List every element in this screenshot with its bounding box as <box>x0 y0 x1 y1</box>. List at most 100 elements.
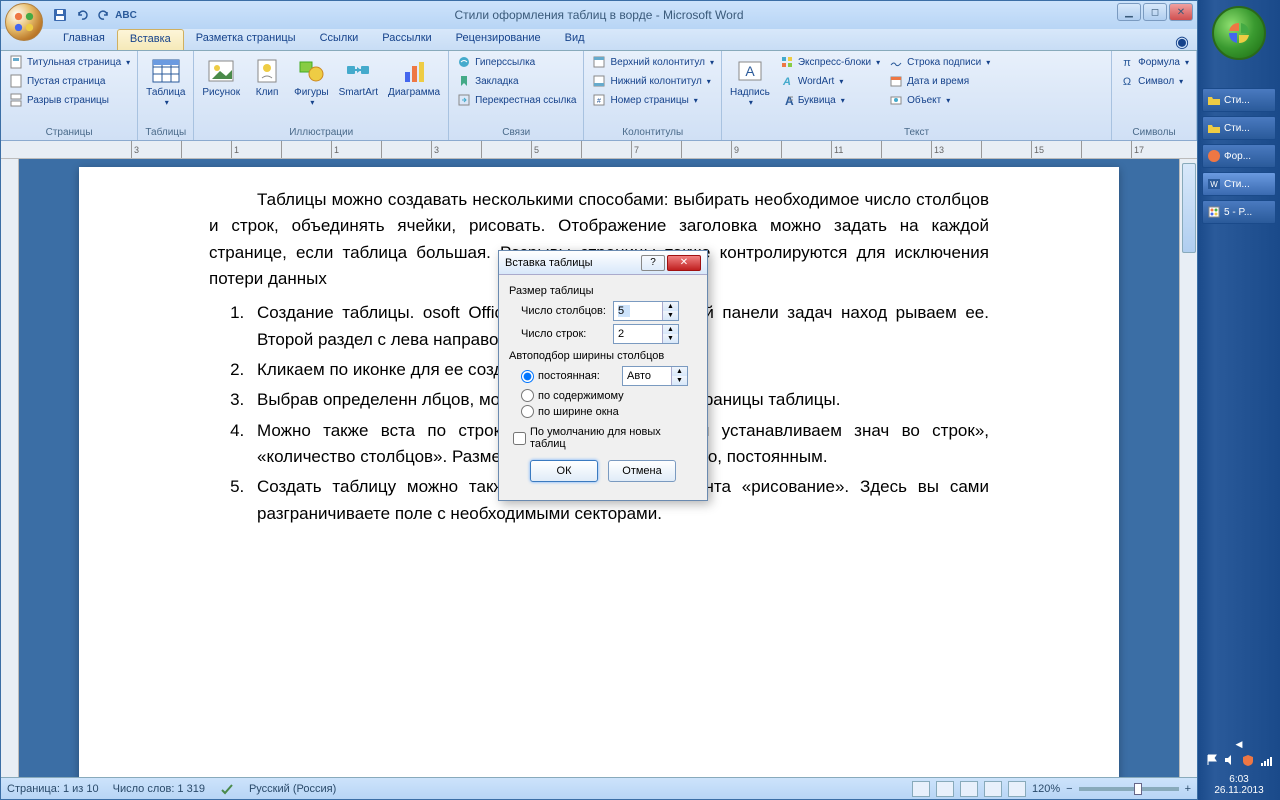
help-icon[interactable]: ◉ <box>1167 29 1197 50</box>
view-draft[interactable] <box>1008 781 1026 797</box>
page-icon <box>8 73 24 89</box>
shield-icon[interactable] <box>1241 753 1255 767</box>
spin-down-icon[interactable]: ▼ <box>672 376 687 385</box>
network-icon[interactable] <box>1259 753 1273 767</box>
tab-home[interactable]: Главная <box>51 29 117 50</box>
chart-button[interactable]: Диаграмма <box>384 53 444 100</box>
view-full-screen[interactable] <box>936 781 954 797</box>
folder-icon <box>1207 93 1221 107</box>
object-button[interactable]: Объект <box>885 91 993 109</box>
table-button[interactable]: Таблица <box>142 53 189 109</box>
taskbar-item[interactable]: 5 - P... <box>1202 200 1276 224</box>
signature-icon <box>888 54 904 70</box>
tab-review[interactable]: Рецензирование <box>444 29 553 50</box>
quickparts-button[interactable]: Экспресс-блоки <box>776 53 883 71</box>
dropcap-button[interactable]: AБуквица <box>776 91 883 109</box>
datetime-button[interactable]: Дата и время <box>885 72 993 90</box>
undo-icon[interactable] <box>73 6 91 24</box>
scrollbar-thumb[interactable] <box>1182 163 1196 253</box>
tab-insert[interactable]: Вставка <box>117 29 184 50</box>
view-web[interactable] <box>960 781 978 797</box>
zoom-in[interactable]: + <box>1185 783 1191 795</box>
dialog-help-button[interactable]: ? <box>641 255 665 271</box>
ribbon-group-illustrations: Рисунок Клип Фигуры SmartArt Диаграмма И… <box>194 51 449 140</box>
zoom-percent[interactable]: 120% <box>1032 783 1060 795</box>
blank-page-button[interactable]: Пустая страница <box>5 72 133 90</box>
taskbar-item[interactable]: Фор... <box>1202 144 1276 168</box>
spin-down-icon[interactable]: ▼ <box>663 334 678 343</box>
word-count[interactable]: Число слов: 1 319 <box>113 783 205 795</box>
taskbar-item[interactable]: WСти... <box>1202 172 1276 196</box>
ribbon-group-text: AНадпись Экспресс-блоки AWordArt AБуквиц… <box>722 51 1112 140</box>
textbox-button[interactable]: AНадпись <box>726 53 774 109</box>
language-indicator[interactable]: Русский (Россия) <box>249 783 336 795</box>
default-checkbox[interactable] <box>513 432 526 445</box>
minimize-button[interactable]: ▁ <box>1117 3 1141 21</box>
dialog-titlebar[interactable]: Вставка таблицы ? ✕ <box>499 251 707 275</box>
autofit-contents-radio[interactable] <box>521 389 534 402</box>
clipart-button[interactable]: Клип <box>246 53 288 100</box>
symbol-button[interactable]: ΩСимвол <box>1116 72 1192 90</box>
dialog-title-text: Вставка таблицы <box>505 257 593 269</box>
chart-icon <box>398 55 430 87</box>
dialog-body: Размер таблицы Число столбцов: 5▲▼ Число… <box>499 275 707 500</box>
page-indicator[interactable]: Страница: 1 из 10 <box>7 783 99 795</box>
crossref-button[interactable]: Перекрестная ссылка <box>453 91 579 109</box>
autofit-window-radio[interactable] <box>521 405 534 418</box>
calendar-icon <box>888 73 904 89</box>
spell-icon[interactable] <box>219 782 235 796</box>
wordart-button[interactable]: AWordArt <box>776 72 883 90</box>
spellcheck-icon[interactable]: ABC <box>117 6 135 24</box>
page-number-button[interactable]: #Номер страницы <box>588 91 717 109</box>
spin-up-icon[interactable]: ▲ <box>663 302 678 311</box>
tab-page-layout[interactable]: Разметка страницы <box>184 29 308 50</box>
clock[interactable]: 6:03 26.11.2013 <box>1214 774 1263 796</box>
fixed-width-input[interactable]: Авто▲▼ <box>622 366 688 386</box>
start-button[interactable] <box>1212 6 1266 60</box>
office-button[interactable] <box>5 3 43 41</box>
vertical-scrollbar[interactable] <box>1179 159 1197 777</box>
redo-icon[interactable] <box>95 6 113 24</box>
spin-down-icon[interactable]: ▼ <box>663 311 678 320</box>
taskbar-item[interactable]: Сти... <box>1202 88 1276 112</box>
zoom-slider[interactable] <box>1079 787 1179 791</box>
signature-button[interactable]: Строка подписи <box>885 53 993 71</box>
ok-button[interactable]: ОК <box>530 460 598 482</box>
autofit-fixed-radio[interactable] <box>521 370 534 383</box>
zoom-out[interactable]: − <box>1066 783 1072 795</box>
columns-input[interactable]: 5▲▼ <box>613 301 679 321</box>
volume-icon[interactable] <box>1223 753 1237 767</box>
smartart-button[interactable]: SmartArt <box>335 53 382 100</box>
spin-up-icon[interactable]: ▲ <box>672 367 687 376</box>
page-break-button[interactable]: Разрыв страницы <box>5 91 133 109</box>
flag-icon[interactable] <box>1205 753 1219 767</box>
taskbar-item[interactable]: Сти... <box>1202 116 1276 140</box>
rows-input[interactable]: 2▲▼ <box>613 324 679 344</box>
size-section-label: Размер таблицы <box>509 285 697 297</box>
footer-button[interactable]: Нижний колонтитул <box>588 72 717 90</box>
save-icon[interactable] <box>51 6 69 24</box>
bookmark-button[interactable]: Закладка <box>453 72 579 90</box>
horizontal-ruler[interactable]: 311357911131517 <box>1 141 1197 159</box>
vertical-ruler[interactable] <box>1 159 19 777</box>
maximize-button[interactable]: ◻ <box>1143 3 1167 21</box>
picture-button[interactable]: Рисунок <box>198 53 244 100</box>
view-outline[interactable] <box>984 781 1002 797</box>
header-button[interactable]: Верхний колонтитул <box>588 53 717 71</box>
clip-icon <box>251 55 283 87</box>
tab-references[interactable]: Ссылки <box>308 29 371 50</box>
cover-page-button[interactable]: Титульная страница <box>5 53 133 71</box>
tab-view[interactable]: Вид <box>553 29 597 50</box>
spin-up-icon[interactable]: ▲ <box>663 325 678 334</box>
close-button[interactable]: ✕ <box>1169 3 1193 21</box>
zoom-thumb[interactable] <box>1134 783 1142 795</box>
cancel-button[interactable]: Отмена <box>608 460 676 482</box>
view-print-layout[interactable] <box>912 781 930 797</box>
hyperlink-button[interactable]: Гиперссылка <box>453 53 579 71</box>
shapes-button[interactable]: Фигуры <box>290 53 332 109</box>
dialog-close-button[interactable]: ✕ <box>667 255 701 271</box>
tab-mailings[interactable]: Рассылки <box>370 29 443 50</box>
wordart-icon: A <box>779 73 795 89</box>
equation-button[interactable]: πФормула <box>1116 53 1192 71</box>
tray-expand-icon[interactable]: ◀ <box>1236 739 1243 750</box>
